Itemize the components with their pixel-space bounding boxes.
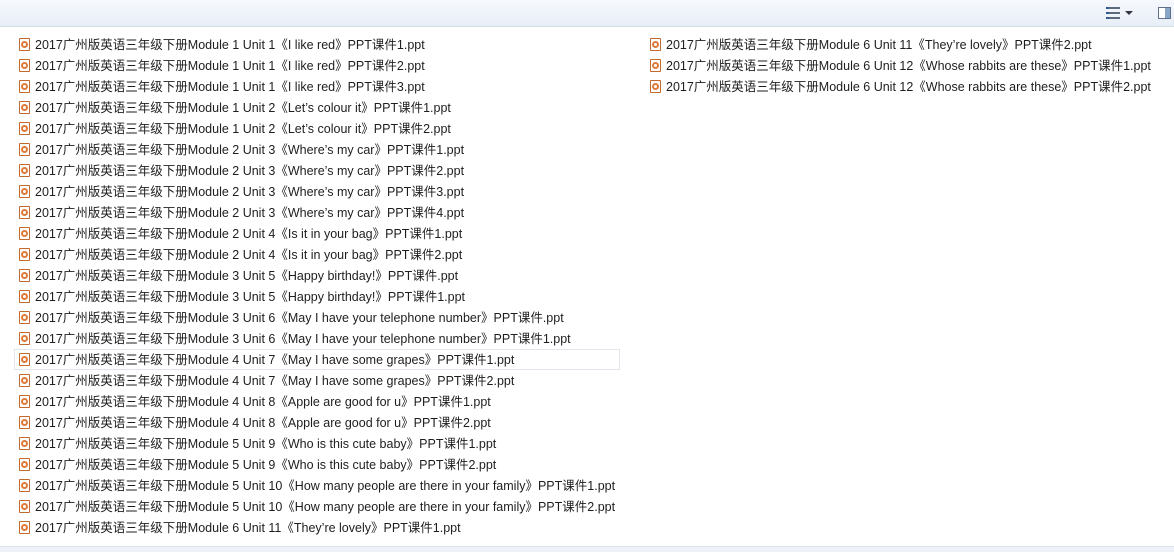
file-name: 2017广州版英语三年级下册Module 6 Unit 11《They’re l… [666,37,1092,52]
file-item[interactable]: 2017广州版英语三年级下册Module 4 Unit 7《May I have… [14,349,621,370]
powerpoint-file-icon [19,38,30,51]
powerpoint-file-icon [19,164,30,177]
powerpoint-file-icon [19,479,30,492]
file-name: 2017广州版英语三年级下册Module 6 Unit 12《Whose rab… [666,58,1151,73]
file-item[interactable]: 2017广州版英语三年级下册Module 3 Unit 5《Happy birt… [14,265,620,286]
file-item[interactable]: 2017广州版英语三年级下册Module 2 Unit 4《Is it in y… [14,244,620,265]
powerpoint-file-icon [19,227,30,240]
file-name: 2017广州版英语三年级下册Module 3 Unit 6《May I have… [35,331,571,346]
file-name: 2017广州版英语三年级下册Module 2 Unit 3《Where’s my… [35,142,465,157]
file-list: 2017广州版英语三年级下册Module 1 Unit 1《I like red… [0,27,1174,552]
horizontal-scrollbar[interactable] [0,546,1174,552]
powerpoint-file-icon [19,59,30,72]
explorer-toolbar [0,0,1174,27]
file-item[interactable]: 2017广州版英语三年级下册Module 1 Unit 1《I like red… [14,55,620,76]
file-column-1: 2017广州版英语三年级下册Module 1 Unit 1《I like red… [14,34,621,538]
view-options-icon [1105,7,1120,19]
file-name: 2017广州版英语三年级下册Module 2 Unit 4《Is it in y… [35,226,463,241]
file-name: 2017广州版英语三年级下册Module 6 Unit 11《They’re l… [35,520,461,535]
file-name: 2017广州版英语三年级下册Module 2 Unit 3《Where’s my… [35,205,465,220]
powerpoint-file-icon [19,521,30,534]
file-column-2: 2017广州版英语三年级下册Module 6 Unit 11《They’re l… [645,34,1156,97]
file-name: 2017广州版英语三年级下册Module 4 Unit 8《Apple are … [35,394,491,409]
preview-pane-button[interactable] [1156,4,1172,22]
file-item[interactable]: 2017广州版英语三年级下册Module 5 Unit 10《How many … [14,496,620,517]
file-item[interactable]: 2017广州版英语三年级下册Module 2 Unit 3《Where’s my… [14,160,620,181]
file-item[interactable]: 2017广州版英语三年级下册Module 6 Unit 11《They’re l… [14,517,620,538]
file-item[interactable]: 2017广州版英语三年级下册Module 4 Unit 8《Apple are … [14,391,620,412]
file-name: 2017广州版英语三年级下册Module 1 Unit 2《Let’s colo… [35,121,451,136]
change-view-button[interactable] [1102,4,1136,22]
file-item[interactable]: 2017广州版英语三年级下册Module 4 Unit 8《Apple are … [14,412,620,433]
file-item[interactable]: 2017广州版英语三年级下册Module 6 Unit 11《They’re l… [645,34,1156,55]
file-item[interactable]: 2017广州版英语三年级下册Module 1 Unit 1《I like red… [14,76,620,97]
file-name: 2017广州版英语三年级下册Module 1 Unit 1《I like red… [35,37,425,52]
file-name: 2017广州版英语三年级下册Module 5 Unit 9《Who is thi… [35,457,497,472]
powerpoint-file-icon [19,311,30,324]
file-item[interactable]: 2017广州版英语三年级下册Module 2 Unit 4《Is it in y… [14,223,620,244]
powerpoint-file-icon [650,38,661,51]
file-name: 2017广州版英语三年级下册Module 1 Unit 1《I like red… [35,79,425,94]
file-name: 2017广州版英语三年级下册Module 6 Unit 12《Whose rab… [666,79,1151,94]
powerpoint-file-icon [19,185,30,198]
file-name: 2017广州版英语三年级下册Module 5 Unit 10《How many … [35,478,616,493]
file-item[interactable]: 2017广州版英语三年级下册Module 2 Unit 3《Where’s my… [14,181,620,202]
powerpoint-file-icon [19,437,30,450]
file-name: 2017广州版英语三年级下册Module 4 Unit 8《Apple are … [35,415,491,430]
file-item[interactable]: 2017广州版英语三年级下册Module 3 Unit 5《Happy birt… [14,286,620,307]
powerpoint-file-icon [19,353,30,366]
powerpoint-file-icon [19,206,30,219]
powerpoint-file-icon [19,458,30,471]
powerpoint-file-icon [19,101,30,114]
file-name: 2017广州版英语三年级下册Module 4 Unit 7《May I have… [35,352,515,367]
file-item[interactable]: 2017广州版英语三年级下册Module 2 Unit 3《Where’s my… [14,139,620,160]
powerpoint-file-icon [19,395,30,408]
file-name: 2017广州版英语三年级下册Module 3 Unit 6《May I have… [35,310,564,325]
file-name: 2017广州版英语三年级下册Module 4 Unit 7《May I have… [35,373,515,388]
file-item[interactable]: 2017广州版英语三年级下册Module 4 Unit 7《May I have… [14,370,620,391]
chevron-down-icon[interactable] [1124,11,1133,15]
file-item[interactable]: 2017广州版英语三年级下册Module 1 Unit 2《Let’s colo… [14,97,620,118]
powerpoint-file-icon [19,500,30,513]
file-item[interactable]: 2017广州版英语三年级下册Module 5 Unit 9《Who is thi… [14,454,620,475]
file-name: 2017广州版英语三年级下册Module 1 Unit 2《Let’s colo… [35,100,451,115]
powerpoint-file-icon [650,59,661,72]
powerpoint-file-icon [19,269,30,282]
file-item[interactable]: 2017广州版英语三年级下册Module 5 Unit 9《Who is thi… [14,433,620,454]
file-item[interactable]: 2017广州版英语三年级下册Module 3 Unit 6《May I have… [14,328,620,349]
file-item[interactable]: 2017广州版英语三年级下册Module 6 Unit 12《Whose rab… [645,55,1156,76]
powerpoint-file-icon [19,374,30,387]
powerpoint-file-icon [19,248,30,261]
file-item[interactable]: 2017广州版英语三年级下册Module 3 Unit 6《May I have… [14,307,620,328]
powerpoint-file-icon [19,290,30,303]
file-name: 2017广州版英语三年级下册Module 3 Unit 5《Happy birt… [35,268,459,283]
file-name: 2017广州版英语三年级下册Module 1 Unit 1《I like red… [35,58,425,73]
powerpoint-file-icon [19,143,30,156]
powerpoint-file-icon [19,416,30,429]
file-name: 2017广州版英语三年级下册Module 2 Unit 4《Is it in y… [35,247,463,262]
file-item[interactable]: 2017广州版英语三年级下册Module 2 Unit 3《Where’s my… [14,202,620,223]
file-item[interactable]: 2017广州版英语三年级下册Module 5 Unit 10《How many … [14,475,620,496]
file-name: 2017广州版英语三年级下册Module 2 Unit 3《Where’s my… [35,184,465,199]
powerpoint-file-icon [19,80,30,93]
file-item[interactable]: 2017广州版英语三年级下册Module 1 Unit 1《I like red… [14,34,620,55]
file-name: 2017广州版英语三年级下册Module 2 Unit 3《Where’s my… [35,163,465,178]
file-item[interactable]: 2017广州版英语三年级下册Module 1 Unit 2《Let’s colo… [14,118,620,139]
powerpoint-file-icon [650,80,661,93]
file-name: 2017广州版英语三年级下册Module 5 Unit 9《Who is thi… [35,436,497,451]
preview-pane-icon [1157,7,1171,19]
powerpoint-file-icon [19,332,30,345]
powerpoint-file-icon [19,122,30,135]
file-name: 2017广州版英语三年级下册Module 3 Unit 5《Happy birt… [35,289,466,304]
file-item[interactable]: 2017广州版英语三年级下册Module 6 Unit 12《Whose rab… [645,76,1156,97]
file-name: 2017广州版英语三年级下册Module 5 Unit 10《How many … [35,499,616,514]
